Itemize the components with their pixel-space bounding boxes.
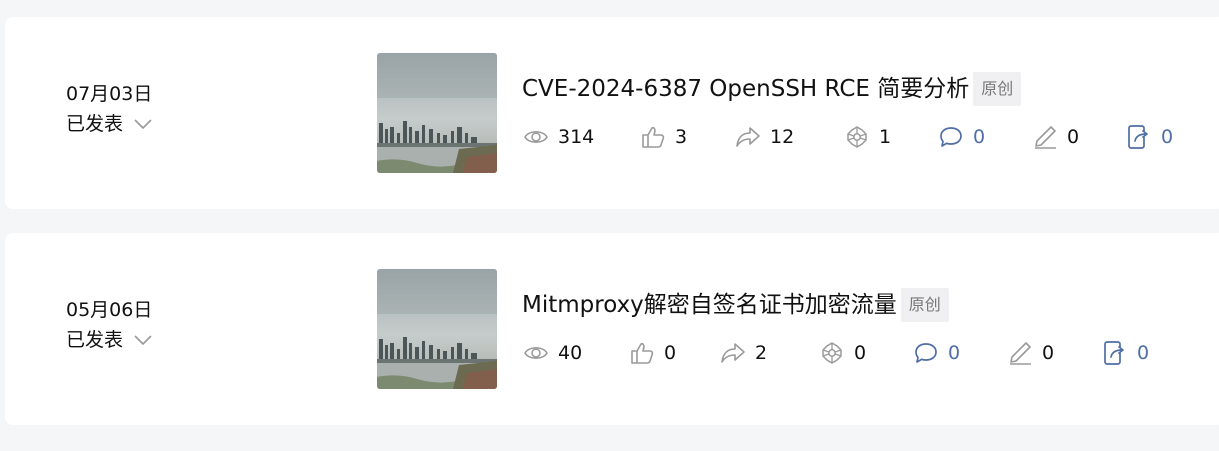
shares-stat[interactable]: 2	[720, 340, 767, 366]
original-badge: 原创	[973, 72, 1022, 106]
shares-count: 12	[770, 126, 795, 148]
edits-stat[interactable]: 0	[1007, 340, 1054, 366]
favorites-count: 1	[879, 126, 892, 148]
views-count: 40	[558, 342, 583, 364]
likes-stat[interactable]: 0	[629, 340, 676, 366]
forward-icon	[1128, 125, 1148, 149]
chevron-down-icon	[134, 335, 152, 346]
article-title[interactable]: Mitmproxy解密自签名证书加密流量	[522, 290, 897, 320]
article-card: 07月03日 已发表 CVE-2024-6387 OpenSSH RCE 简要分…	[5, 17, 1219, 209]
city-skyline-image	[377, 269, 497, 389]
date-column: 07月03日 已发表	[66, 81, 153, 137]
title-row: CVE-2024-6387 OpenSSH RCE 简要分析 原创	[522, 72, 1022, 106]
forwards-stat[interactable]: 0	[1126, 124, 1173, 150]
chevron-down-icon	[134, 119, 152, 130]
flower-icon	[822, 342, 842, 364]
comments-stat[interactable]: 0	[938, 124, 985, 150]
edits-stat[interactable]: 0	[1032, 124, 1079, 150]
article-thumbnail[interactable]	[377, 53, 497, 173]
comment-icon	[915, 343, 937, 363]
favorites-stat[interactable]: 0	[819, 340, 866, 366]
date-column: 05月06日 已发表	[66, 297, 153, 353]
publish-date: 05月06日	[66, 299, 153, 321]
eye-icon	[524, 130, 548, 144]
shares-stat[interactable]: 12	[735, 124, 794, 150]
city-skyline-image	[377, 53, 497, 173]
comments-stat[interactable]: 0	[913, 340, 960, 366]
thumbs-up-icon	[642, 126, 665, 148]
publish-date: 07月03日	[66, 83, 153, 105]
comment-icon	[940, 127, 962, 147]
forwards-count: 0	[1137, 342, 1150, 364]
pencil-icon	[1010, 342, 1031, 365]
views-stat[interactable]: 314	[523, 124, 594, 150]
status-label: 已发表	[66, 113, 124, 135]
forward-icon	[1104, 341, 1124, 365]
edits-count: 0	[1067, 126, 1080, 148]
share-arrow-icon	[721, 343, 745, 363]
thumbs-up-icon	[631, 342, 654, 364]
comments-count: 0	[948, 342, 961, 364]
share-arrow-icon	[736, 127, 760, 147]
likes-count: 0	[664, 342, 677, 364]
forwards-count: 0	[1161, 126, 1174, 148]
article-thumbnail[interactable]	[377, 269, 497, 389]
status-dropdown[interactable]: 已发表	[66, 327, 153, 353]
forwards-stat[interactable]: 0	[1102, 340, 1149, 366]
views-stat[interactable]: 40	[523, 340, 582, 366]
status-dropdown[interactable]: 已发表	[66, 111, 153, 137]
original-badge: 原创	[900, 288, 949, 322]
pencil-icon	[1035, 126, 1056, 149]
article-title[interactable]: CVE-2024-6387 OpenSSH RCE 简要分析	[522, 74, 969, 104]
status-label: 已发表	[66, 329, 124, 351]
eye-icon	[524, 346, 548, 360]
article-card: 05月06日 已发表 Mitmproxy解密自签名证书加密流量 原创 40 0 …	[5, 233, 1219, 425]
views-count: 314	[558, 126, 595, 148]
likes-count: 3	[675, 126, 688, 148]
flower-icon	[847, 126, 867, 148]
favorites-stat[interactable]: 1	[844, 124, 891, 150]
shares-count: 2	[755, 342, 768, 364]
edits-count: 0	[1042, 342, 1055, 364]
likes-stat[interactable]: 3	[640, 124, 687, 150]
comments-count: 0	[973, 126, 986, 148]
favorites-count: 0	[854, 342, 867, 364]
title-row: Mitmproxy解密自签名证书加密流量 原创	[522, 288, 949, 322]
